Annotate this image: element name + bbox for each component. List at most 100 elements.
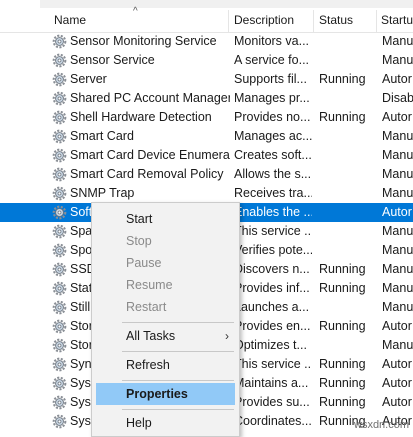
service-description: Maintains a... [234,376,309,390]
gear-icon [52,72,67,87]
service-row[interactable]: Sensor Monitoring Service Monitors va... M… [0,32,413,51]
service-status [319,51,377,70]
gear-icon [52,167,67,182]
column-separator[interactable] [376,10,377,32]
service-description: Allows the s... [234,167,312,181]
column-header-name[interactable]: Name [54,8,224,32]
column-header-description[interactable]: Description [234,8,312,32]
service-startup-type: Manu [382,224,413,238]
service-row[interactable]: Smart Card Device Enumera... Creates soft… [0,146,413,165]
service-description: Provides no... [234,110,311,124]
service-startup-type: Manu [382,34,413,48]
gear-icon [52,224,67,239]
column-header-startup-type[interactable]: Startu [381,8,413,32]
service-description: Monitors va... [234,34,310,48]
menu-separator [122,409,234,410]
service-startup-type: Manu [382,338,413,352]
service-description: Verifies pote... [234,243,312,257]
service-row[interactable]: Sensor Service A service fo... Manu [0,51,413,70]
gear-icon [52,186,67,201]
service-description: Receives tra... [234,186,312,200]
service-status [319,336,377,355]
column-separator[interactable] [313,10,314,32]
menu-item-refresh[interactable]: Refresh [92,354,239,376]
menu-item-resume[interactable]: Resume [92,274,239,296]
service-status [319,222,377,241]
gear-icon [52,148,67,163]
gear-icon [52,414,67,429]
service-row[interactable]: SNMP Trap Receives tra... Manu [0,184,413,203]
context-menu: Start Stop Pause Resume Restart All Task… [91,202,240,437]
menu-item-properties[interactable]: Properties [96,383,235,405]
gear-icon [52,243,67,258]
service-startup-type: Autor [382,110,412,124]
menu-item-help[interactable]: Help [92,412,239,434]
service-description: Coordinates... [234,414,312,428]
service-startup-type: Manu [382,243,413,257]
gear-icon [52,53,67,68]
service-startup-type: Manu [382,262,413,276]
service-startup-type: Manu [382,148,413,162]
menu-item-start[interactable]: Start [92,208,239,230]
service-status: Running [319,376,366,390]
service-startup-type: Manu [382,300,413,314]
service-name: Shared PC Account Manager [70,91,230,105]
gear-icon [52,91,67,106]
service-startup-type: Disab [382,91,413,105]
service-description: Provides su... [234,395,310,409]
service-startup-type: Autor [382,376,412,390]
column-separator[interactable] [228,10,229,32]
service-description: Supports fil... [234,72,307,86]
menu-item-all-tasks[interactable]: All Tasks › [92,325,239,347]
menu-item-pause[interactable]: Pause [92,252,239,274]
menu-separator [122,351,234,352]
service-description: Provides inf... [234,281,310,295]
service-status [319,184,377,203]
service-status [319,146,377,165]
service-status: Running [319,357,366,371]
service-startup-type: Autor [382,319,412,333]
service-status [319,32,377,51]
service-startup-type: Manu [382,281,413,295]
service-row[interactable]: Server Supports fil... Running Autor [0,70,413,89]
service-description: Manages ac... [234,129,312,143]
service-status [319,89,377,108]
service-row[interactable]: Smart Card Manages ac... Manu [0,127,413,146]
service-name: Sensor Service [70,53,155,67]
service-status [319,298,377,317]
service-name: Server [70,72,107,86]
gear-icon [52,110,67,125]
top-strip [0,0,413,8]
gear-icon [52,300,67,315]
service-description: Creates soft... [234,148,312,162]
service-name: Shell Hardware Detection [70,110,212,124]
column-header-status[interactable]: Status [319,8,375,32]
service-status [319,127,377,146]
gear-icon [52,395,67,410]
service-description: Enables the ... [234,205,312,219]
service-row[interactable]: Shell Hardware Detection Provides no... Ru… [0,108,413,127]
menu-separator [122,380,234,381]
service-description: Launches a... [234,300,310,314]
service-startup-type: Autor [382,205,412,219]
service-status: Running [319,395,366,409]
gear-icon [52,357,67,372]
menu-item-stop[interactable]: Stop [92,230,239,252]
service-row[interactable]: Shared PC Account Manager Manages pr... Di… [0,89,413,108]
menu-item-restart[interactable]: Restart [92,296,239,318]
service-description: This service ... [234,357,312,371]
service-status: Running [319,262,366,276]
service-status [319,165,377,184]
service-startup-type: Manu [382,186,413,200]
top-tab [0,0,40,8]
service-startup-type: Manu [382,167,413,181]
service-row[interactable]: Smart Card Removal Policy Allows the s...… [0,165,413,184]
gear-icon [52,129,67,144]
gear-icon [52,319,67,334]
service-description: Manages pr... [234,91,310,105]
service-status: Running [319,319,366,333]
service-name: Smart Card Removal Policy [70,167,224,181]
service-startup-type: Autor [382,72,412,86]
service-startup-type: Manu [382,129,413,143]
service-status: Running [319,281,366,295]
